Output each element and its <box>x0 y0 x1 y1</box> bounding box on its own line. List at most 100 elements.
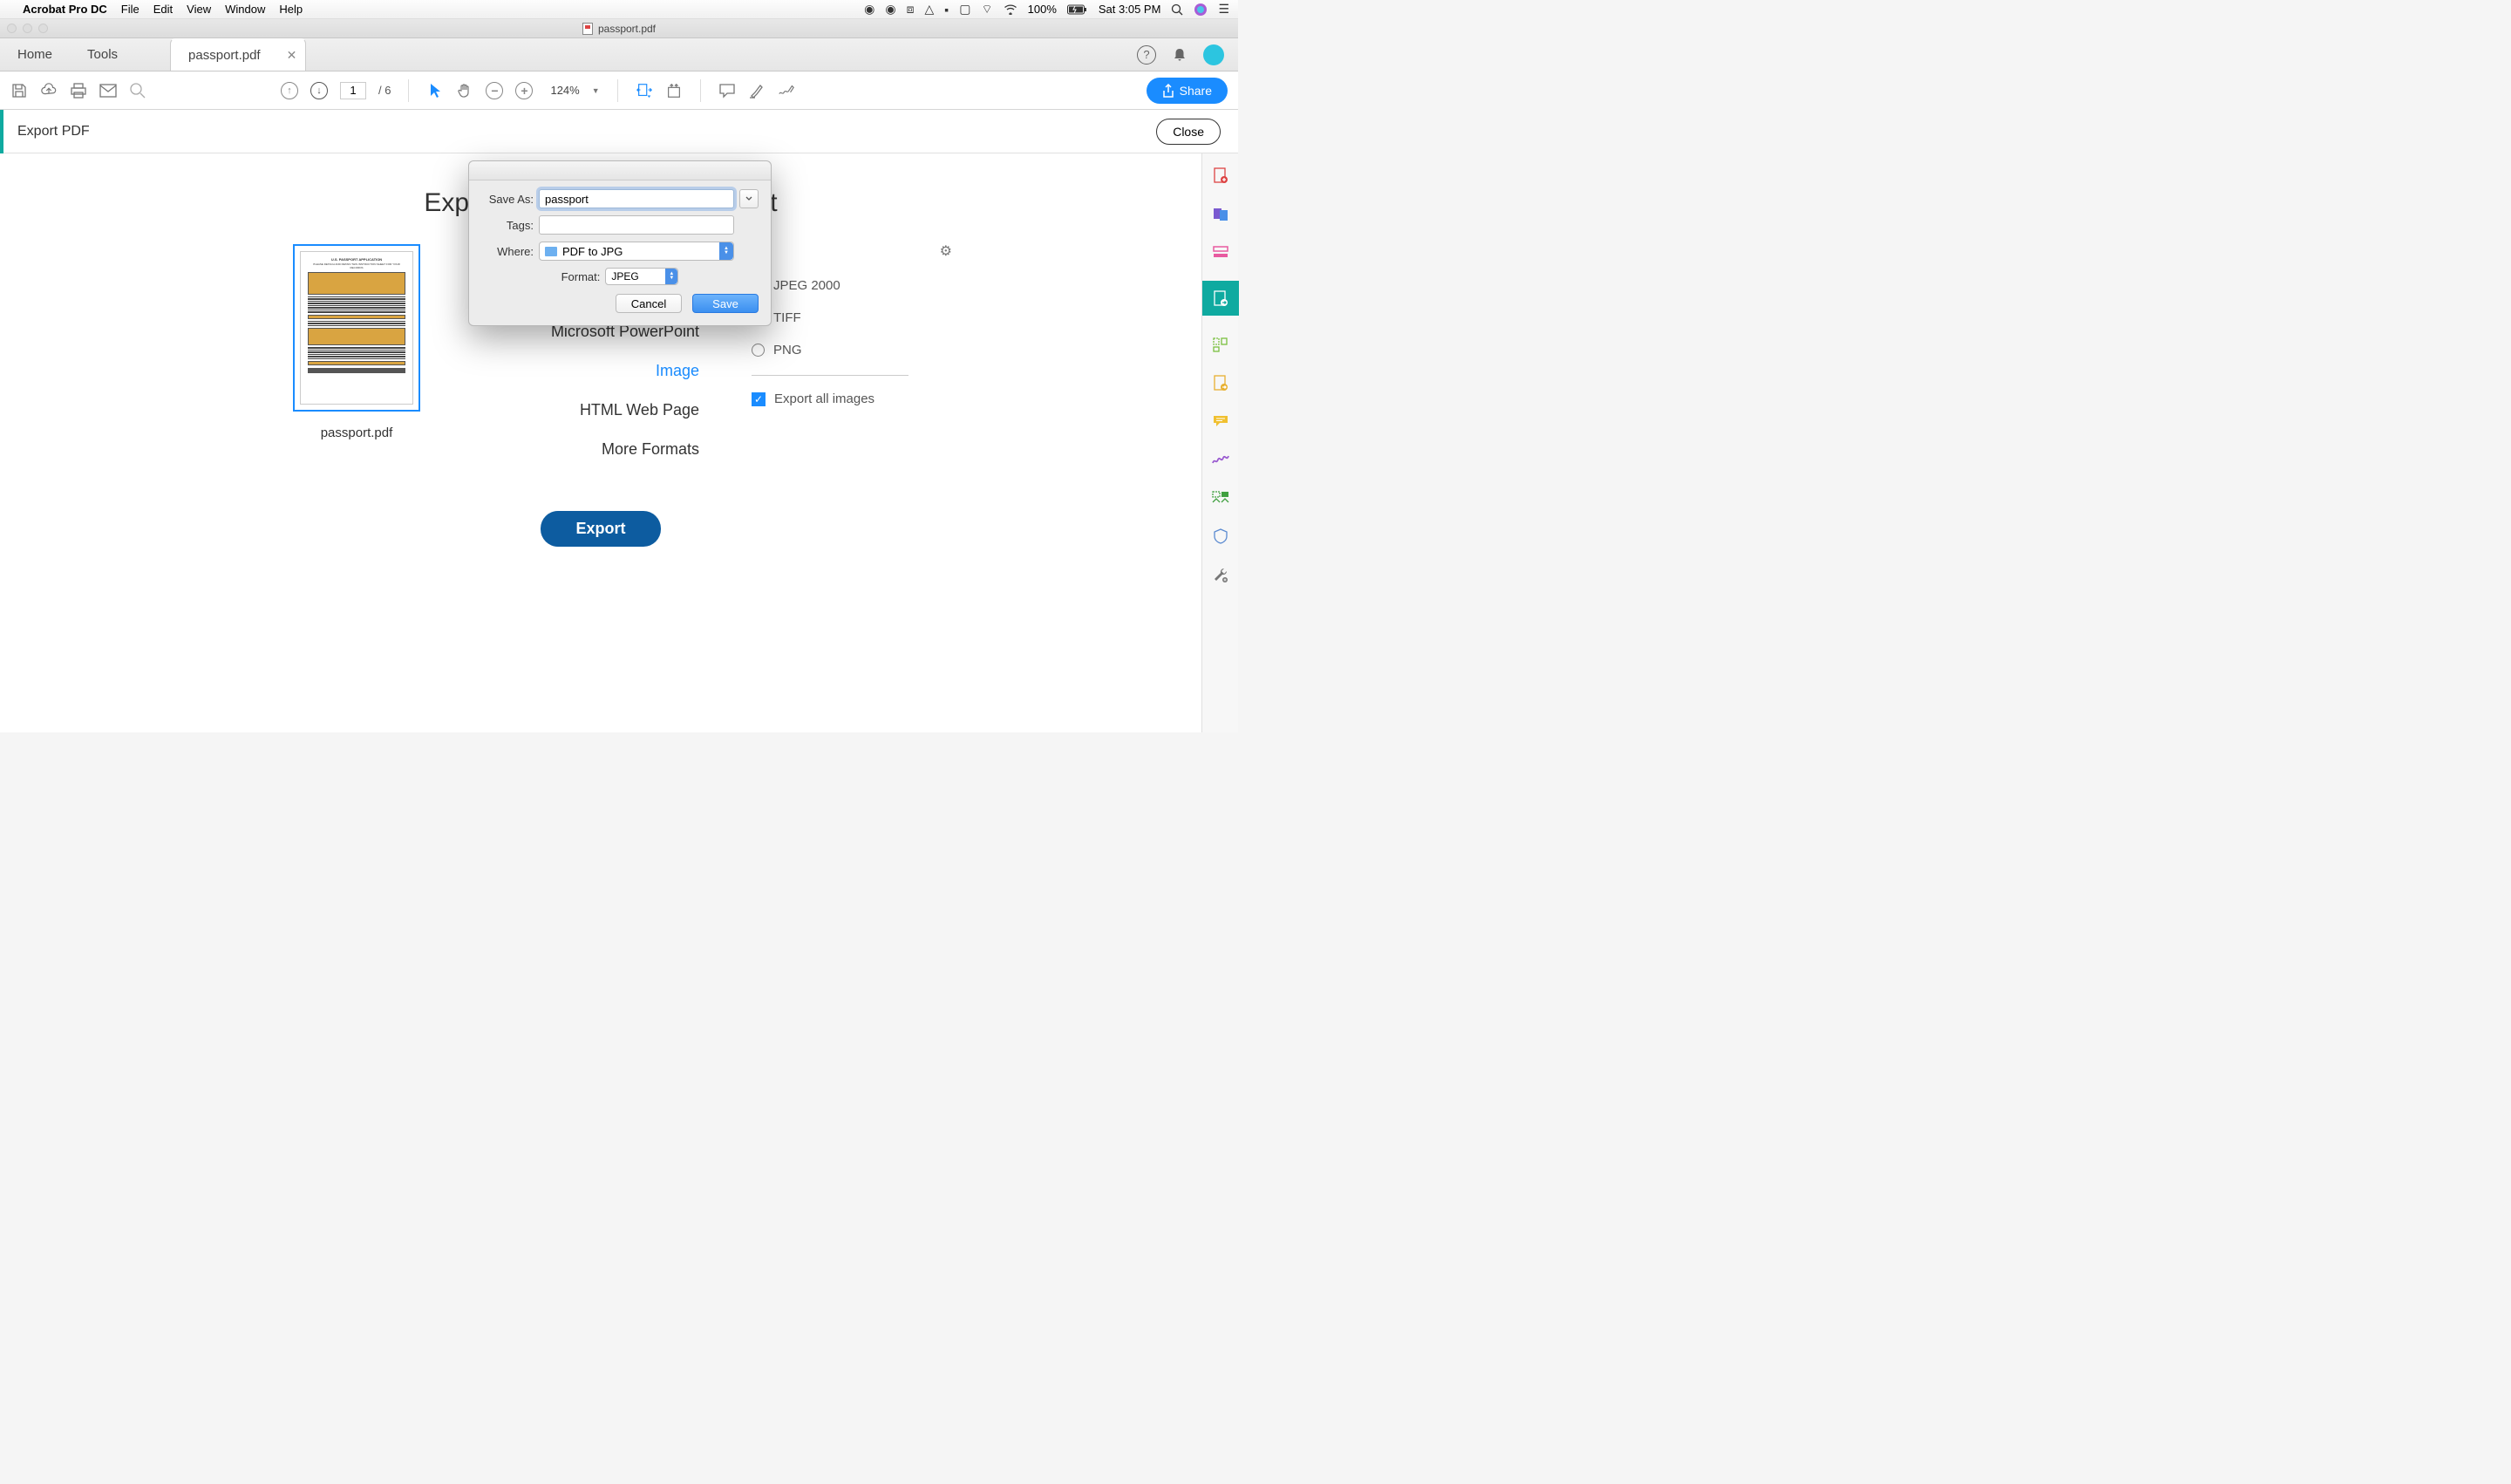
search-icon[interactable] <box>129 82 146 99</box>
toolbar: ↑ ↓ / 6 − + 124% ▼ Share <box>0 71 1238 110</box>
save-as-label: Save As: <box>481 193 534 206</box>
fit-width-icon[interactable] <box>636 82 653 99</box>
minimize-window-icon[interactable] <box>23 24 32 33</box>
rail-more-tools-icon[interactable] <box>1211 488 1230 507</box>
hand-tool-icon[interactable] <box>456 82 473 99</box>
zoom-out-icon[interactable]: − <box>486 82 503 99</box>
help-icon[interactable]: ? <box>1137 45 1156 65</box>
rail-protect-icon[interactable] <box>1211 527 1230 546</box>
tags-input[interactable] <box>539 215 734 235</box>
panel-close-button[interactable]: Close <box>1156 119 1221 145</box>
siri-icon[interactable] <box>1194 3 1208 17</box>
format-image[interactable]: Image <box>656 362 699 380</box>
tab-close-icon[interactable]: ✕ <box>287 48 297 63</box>
panel-indicator <box>0 110 3 153</box>
cloud-icon[interactable] <box>40 82 58 99</box>
checkbox-checked-icon: ✓ <box>752 392 766 406</box>
rail-organize-icon[interactable] <box>1211 335 1230 354</box>
print-icon[interactable] <box>70 82 87 99</box>
app-name[interactable]: Acrobat Pro DC <box>23 3 107 16</box>
tab-document[interactable]: passport.pdf ✕ <box>170 38 306 71</box>
battery-pct[interactable]: 100% <box>1028 3 1057 16</box>
app-icon[interactable]: ▪ <box>944 3 949 17</box>
comment-icon[interactable] <box>718 82 736 99</box>
creative-cloud-icon[interactable]: ◉ <box>885 2 895 17</box>
tags-label: Tags: <box>481 219 534 232</box>
page-down-icon[interactable]: ↓ <box>310 82 328 99</box>
rail-combine-icon[interactable] <box>1211 204 1230 223</box>
highlight-icon[interactable] <box>748 82 766 99</box>
expand-dialog-icon[interactable] <box>739 189 759 208</box>
rail-send-comments-icon[interactable] <box>1211 373 1230 392</box>
zoom-dropdown-icon[interactable]: ▼ <box>592 86 600 95</box>
zoom-value[interactable]: 124% <box>550 84 579 97</box>
export-all-label: Export all images <box>774 391 874 406</box>
select-arrows-icon: ▲▼ <box>665 269 677 284</box>
tab-tools[interactable]: Tools <box>70 38 135 71</box>
dropbox-icon[interactable]: ⧈ <box>907 2 915 17</box>
export-all-checkbox[interactable]: ✓ Export all images <box>752 391 908 406</box>
rail-edit-icon[interactable] <box>1211 242 1230 262</box>
email-icon[interactable] <box>99 82 117 99</box>
tab-document-label: passport.pdf <box>188 48 261 63</box>
user-avatar[interactable] <box>1203 44 1224 65</box>
dialog-cancel-button[interactable]: Cancel <box>616 294 682 313</box>
rail-wrench-icon[interactable] <box>1211 565 1230 584</box>
page-up-icon[interactable]: ↑ <box>281 82 298 99</box>
rail-fill-sign-icon[interactable] <box>1211 450 1230 469</box>
share-label: Share <box>1180 84 1212 98</box>
window-title: passport.pdf <box>598 23 656 35</box>
mac-menubar: Acrobat Pro DC File Edit View Window Hel… <box>0 0 1238 19</box>
dialog-save-button[interactable]: Save <box>692 294 759 313</box>
bell-icon[interactable] <box>1172 47 1187 63</box>
sign-icon[interactable] <box>778 82 795 99</box>
rail-comment-icon[interactable] <box>1211 412 1230 431</box>
format-html[interactable]: HTML Web Page <box>580 401 699 419</box>
page-number-input[interactable] <box>340 82 366 99</box>
image-format-png[interactable]: PNG <box>752 343 908 357</box>
spotlight-icon[interactable] <box>1171 3 1183 16</box>
tab-home[interactable]: Home <box>0 38 70 71</box>
sub-divider <box>752 375 908 376</box>
settings-gear-icon[interactable]: ⚙ <box>940 242 952 260</box>
traffic-lights[interactable] <box>7 24 48 33</box>
export-button[interactable]: Export <box>541 511 660 547</box>
select-tool-icon[interactable] <box>426 82 444 99</box>
battery-icon[interactable] <box>1067 4 1088 15</box>
menu-file[interactable]: File <box>121 3 140 16</box>
menu-edit[interactable]: Edit <box>153 3 173 16</box>
wifi-icon[interactable] <box>1004 4 1017 15</box>
pdf-thumbnail[interactable]: U.S. PASSPORT APPLICATION PLEASE DETACH … <box>293 244 420 412</box>
where-select[interactable]: PDF to JPG ▲▼ <box>539 242 734 261</box>
close-window-icon[interactable] <box>7 24 17 33</box>
panel-header: Export PDF Close <box>0 110 1238 153</box>
where-value: PDF to JPG <box>562 245 623 258</box>
menu-help[interactable]: Help <box>279 3 303 16</box>
pdf-doc-icon <box>582 23 593 35</box>
rail-export-pdf-icon[interactable] <box>1202 281 1239 316</box>
image-format-jpeg2000[interactable]: JPEG 2000 <box>752 278 908 293</box>
format-value: JPEG <box>611 270 638 283</box>
fit-page-icon[interactable] <box>665 82 683 99</box>
maximize-window-icon[interactable] <box>38 24 48 33</box>
gdrive-icon[interactable]: △ <box>924 2 934 17</box>
clock[interactable]: Sat 3:05 PM <box>1099 3 1161 16</box>
folder-icon <box>545 247 557 256</box>
rail-create-pdf-icon[interactable] <box>1211 166 1230 185</box>
notification-center-icon[interactable]: ☰ <box>1218 2 1229 17</box>
save-as-input[interactable] <box>539 189 734 208</box>
status-dot-icon[interactable]: ◉ <box>864 2 874 17</box>
airplay-icon[interactable]: ▢ <box>959 2 970 17</box>
format-select[interactable]: JPEG ▲▼ <box>605 268 678 285</box>
image-format-tiff[interactable]: TIFF <box>752 310 908 325</box>
menu-window[interactable]: Window <box>225 3 265 16</box>
bluetooth-icon[interactable]: ⌔ <box>981 2 992 17</box>
format-label: Format: <box>561 270 601 283</box>
menu-view[interactable]: View <box>187 3 211 16</box>
share-icon <box>1162 84 1174 98</box>
save-icon[interactable] <box>10 82 28 99</box>
format-more[interactable]: More Formats <box>602 440 699 459</box>
save-dialog: Save As: Tags: Where: PDF to JPG ▲▼ Form… <box>468 160 772 326</box>
share-button[interactable]: Share <box>1147 78 1228 104</box>
zoom-in-icon[interactable]: + <box>515 82 533 99</box>
